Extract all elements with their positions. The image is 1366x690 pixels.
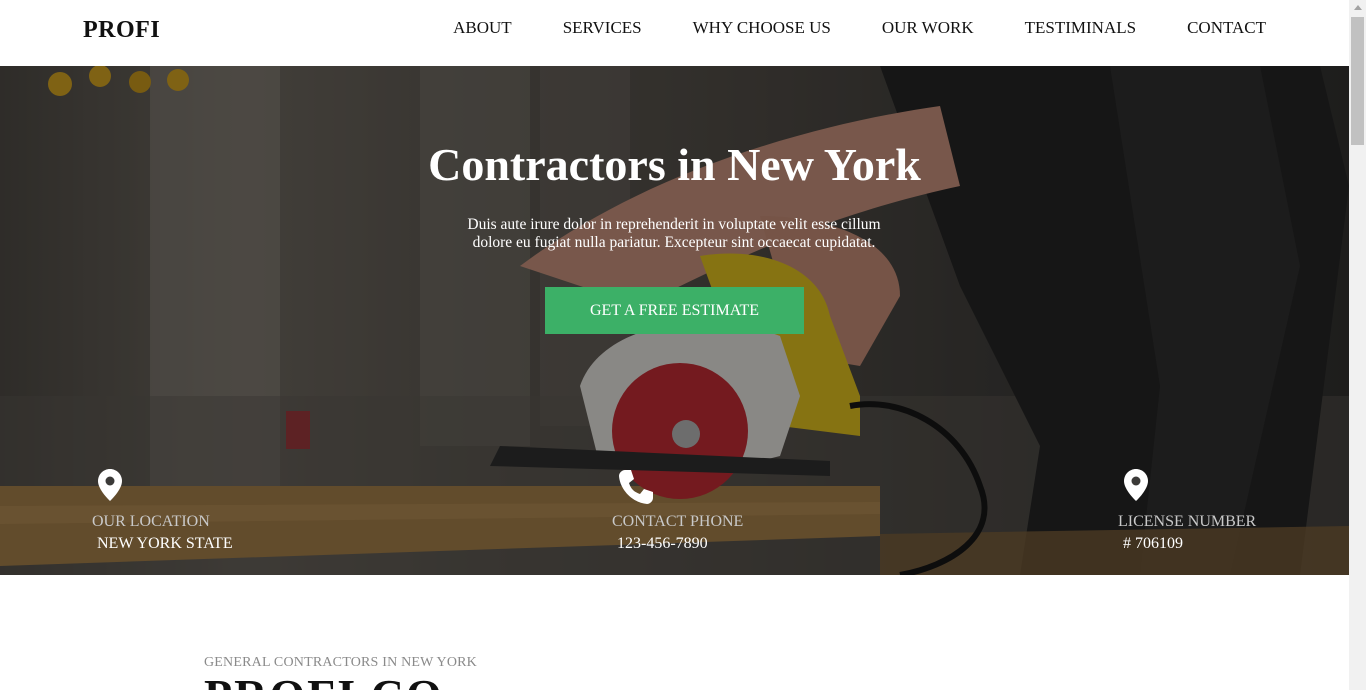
scroll-up-arrow-icon[interactable] xyxy=(1354,5,1362,10)
nav-link-testimonials[interactable]: TESTIMINALS xyxy=(1025,17,1136,39)
info-location-label: OUR LOCATION xyxy=(92,513,210,530)
hero-title: Contractors in New York xyxy=(428,139,921,190)
phone-icon xyxy=(618,469,743,505)
scrollbar-thumb[interactable] xyxy=(1351,17,1364,145)
nav-link-why-choose-us[interactable]: WHY CHOOSE US xyxy=(693,17,831,39)
info-phone-label: CONTACT PHONE xyxy=(612,513,744,530)
info-license-value: # 706109 xyxy=(1123,535,1183,552)
get-free-estimate-button[interactable]: GET A FREE ESTIMATE xyxy=(545,287,804,334)
info-location-value: NEW YORK STATE xyxy=(97,535,233,552)
info-phone: CONTACT PHONE 123-456-7890 xyxy=(612,469,743,553)
nav-link-services[interactable]: SERVICES xyxy=(563,17,642,39)
about-kicker: GENERAL CONTRACTORS IN NEW YORK xyxy=(204,655,477,670)
main-nav: ABOUT SERVICES WHY CHOOSE US OUR WORK TE… xyxy=(402,17,1266,39)
page: PROFI ABOUT SERVICES WHY CHOOSE US OUR W… xyxy=(0,0,1349,690)
brand-logo[interactable]: PROFI xyxy=(83,17,160,44)
nav-link-contact[interactable]: CONTACT xyxy=(1187,17,1266,39)
location-pin-icon xyxy=(1124,469,1256,505)
location-pin-icon xyxy=(98,469,233,505)
nav-link-about[interactable]: ABOUT xyxy=(453,17,512,39)
info-license-label: LICENSE NUMBER xyxy=(1118,513,1257,530)
hero-description: Duis aute irure dolor in reprehenderit i… xyxy=(467,216,881,251)
about-heading: PROFI CO xyxy=(204,673,444,690)
vertical-scrollbar[interactable] xyxy=(1349,0,1366,690)
info-license: LICENSE NUMBER # 706109 xyxy=(1118,469,1256,553)
navbar: PROFI ABOUT SERVICES WHY CHOOSE US OUR W… xyxy=(0,0,1349,66)
hero-section: Contractors in New York Duis aute irure … xyxy=(0,66,1349,575)
info-location: OUR LOCATION NEW YORK STATE xyxy=(92,469,233,553)
nav-link-our-work[interactable]: OUR WORK xyxy=(882,17,974,39)
about-section: GENERAL CONTRACTORS IN NEW YORK PROFI CO xyxy=(0,575,1349,690)
info-phone-value[interactable]: 123-456-7890 xyxy=(617,535,743,553)
